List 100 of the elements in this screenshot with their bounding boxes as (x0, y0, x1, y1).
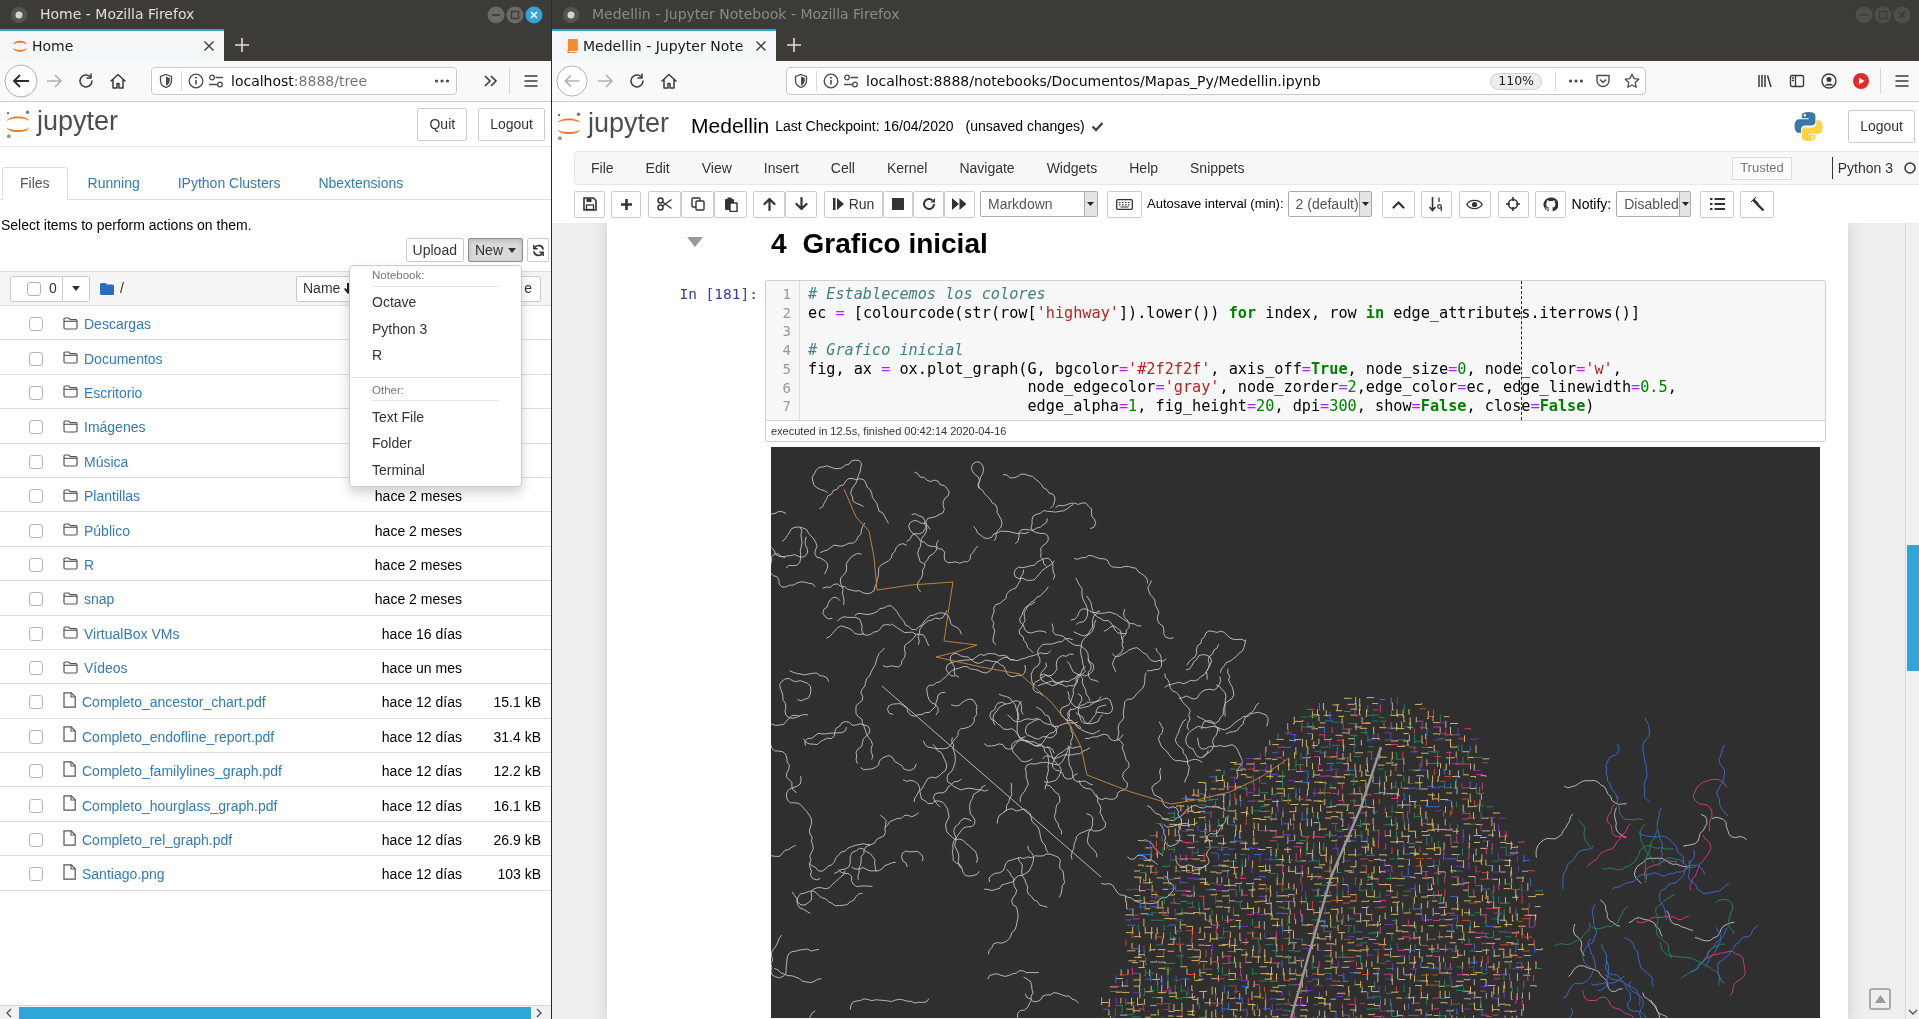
file-link[interactable]: Imágenes (84, 420, 146, 435)
checkbox[interactable] (29, 729, 43, 744)
file-link[interactable]: Completo_endofline_report.pdf (82, 729, 275, 744)
scrollbar-thumb[interactable] (1906, 545, 1919, 671)
info-icon[interactable] (188, 73, 204, 89)
file-link[interactable]: Plantillas (84, 489, 141, 504)
back-icon[interactable] (4, 64, 38, 98)
close-icon[interactable] (525, 5, 543, 24)
menu-item[interactable]: R (372, 348, 383, 363)
checkbox[interactable] (29, 523, 43, 538)
menu-item[interactable]: Insert (747, 157, 815, 179)
checkbox[interactable] (29, 867, 43, 882)
file-link[interactable]: Descargas (84, 317, 151, 332)
file-link[interactable]: Escritorio (84, 385, 143, 400)
file-link[interactable]: Público (84, 523, 130, 538)
stop-button[interactable] (883, 190, 913, 218)
autosave-select[interactable]: 2 (default) (1287, 191, 1372, 217)
arrow-down-icon[interactable] (1907, 1009, 1918, 1016)
file-link[interactable]: Completo_rel_graph.pdf (82, 833, 233, 848)
cell-type-select[interactable]: Markdown (980, 191, 1098, 217)
eye-button[interactable] (1458, 190, 1491, 218)
checkbox[interactable] (29, 695, 43, 710)
page-tab[interactable]: Nbextensions (300, 167, 422, 199)
menu-item[interactable]: Python 3 (372, 321, 428, 336)
menu-item[interactable]: Terminal (372, 462, 425, 477)
arrow-right-icon[interactable] (535, 1007, 543, 1018)
select-count-button[interactable]: 0 (10, 275, 63, 302)
run-button[interactable]: Run (824, 190, 883, 218)
page-tab[interactable]: IPython Clusters (159, 167, 299, 199)
menu-item[interactable]: File (575, 157, 630, 179)
header-button[interactable]: Logout (478, 107, 545, 141)
sidebar-icon[interactable] (1789, 73, 1805, 89)
file-link[interactable]: Música (84, 454, 129, 469)
sliders-icon[interactable] (208, 73, 224, 89)
info-icon[interactable] (823, 73, 839, 89)
menu-icon[interactable] (523, 73, 539, 89)
checkbox[interactable] (29, 351, 43, 366)
browser-tab[interactable]: Medellin - Jupyter Note (552, 29, 776, 61)
menu-item[interactable]: Text File (372, 409, 425, 424)
copy-button[interactable] (681, 190, 714, 218)
checkbox[interactable] (29, 489, 43, 504)
checkbox[interactable] (27, 281, 41, 296)
address-bar[interactable]: localhost:8888/notebooks/Documentos/Mapas_Py/Medellin.ipynb 110% (786, 67, 1646, 95)
file-link[interactable]: VirtualBox VMs (84, 626, 180, 641)
page-tab[interactable]: Running (69, 167, 158, 199)
address-bar[interactable]: localhost:8888/tree (151, 67, 457, 95)
play-icon[interactable] (1853, 73, 1869, 89)
arrow-left-icon[interactable] (5, 1007, 13, 1018)
repository-button[interactable] (1534, 190, 1566, 218)
sort-button[interactable] (1420, 190, 1452, 218)
collapse-triangle-icon[interactable] (687, 237, 703, 247)
plus-icon[interactable] (786, 37, 802, 53)
menu-item[interactable]: Snippets (1174, 157, 1261, 179)
checkbox[interactable] (29, 626, 43, 641)
menu-item[interactable]: Edit (629, 157, 686, 179)
window-menu-icon[interactable] (11, 6, 27, 23)
checkbox[interactable] (29, 385, 43, 400)
header-button[interactable]: Quit (417, 107, 468, 141)
close-icon[interactable] (755, 40, 767, 52)
checkbox[interactable] (29, 661, 43, 676)
checkbox[interactable] (29, 833, 43, 848)
home-icon[interactable] (660, 72, 678, 90)
browser-tab[interactable]: Home (0, 29, 224, 61)
cut-button[interactable] (648, 190, 681, 218)
file-link[interactable]: Vídeos (84, 661, 128, 676)
menu-item[interactable]: Cell (814, 157, 871, 179)
menu-item[interactable]: View (685, 157, 748, 179)
trusted-indicator[interactable]: Trusted (1732, 156, 1792, 180)
shield-icon[interactable] (158, 73, 174, 89)
checkbox[interactable] (29, 557, 43, 572)
crosshair-button[interactable] (1497, 190, 1529, 218)
move-up-button[interactable] (753, 190, 785, 218)
run-all-button[interactable] (944, 190, 975, 218)
reload-icon[interactable] (628, 72, 646, 90)
window-menu-icon[interactable] (563, 6, 579, 23)
file-link[interactable]: Santiago.png (82, 867, 165, 882)
double-chevron-icon[interactable] (482, 73, 498, 89)
close-icon[interactable] (203, 40, 215, 52)
list-button[interactable] (1700, 190, 1735, 218)
file-link[interactable]: Completo_hourglass_graph.pdf (82, 798, 278, 813)
action-button[interactable]: Upload (405, 238, 464, 262)
star-icon[interactable] (1624, 73, 1640, 89)
notebook-name[interactable]: Medellin (691, 110, 770, 142)
action-button[interactable]: New (468, 238, 523, 262)
notify-select[interactable]: Disabled (1616, 191, 1692, 217)
plus-icon[interactable] (234, 37, 250, 53)
file-link[interactable]: R (84, 557, 95, 572)
hammer-button[interactable] (1740, 190, 1775, 218)
shield-icon[interactable] (793, 73, 809, 89)
insert-cell-button[interactable] (611, 190, 641, 218)
menu-item[interactable]: Widgets (1030, 157, 1114, 179)
checkbox[interactable] (29, 592, 43, 607)
refresh-button[interactable] (527, 238, 549, 262)
file-link[interactable]: snap (84, 592, 115, 607)
reload-icon[interactable] (77, 72, 95, 90)
file-link[interactable]: Documentos (84, 351, 163, 366)
file-link[interactable]: Completo_familylines_graph.pdf (82, 764, 282, 779)
checkbox[interactable] (29, 317, 43, 332)
menu-icon[interactable] (1894, 73, 1910, 89)
checkbox[interactable] (29, 798, 43, 813)
